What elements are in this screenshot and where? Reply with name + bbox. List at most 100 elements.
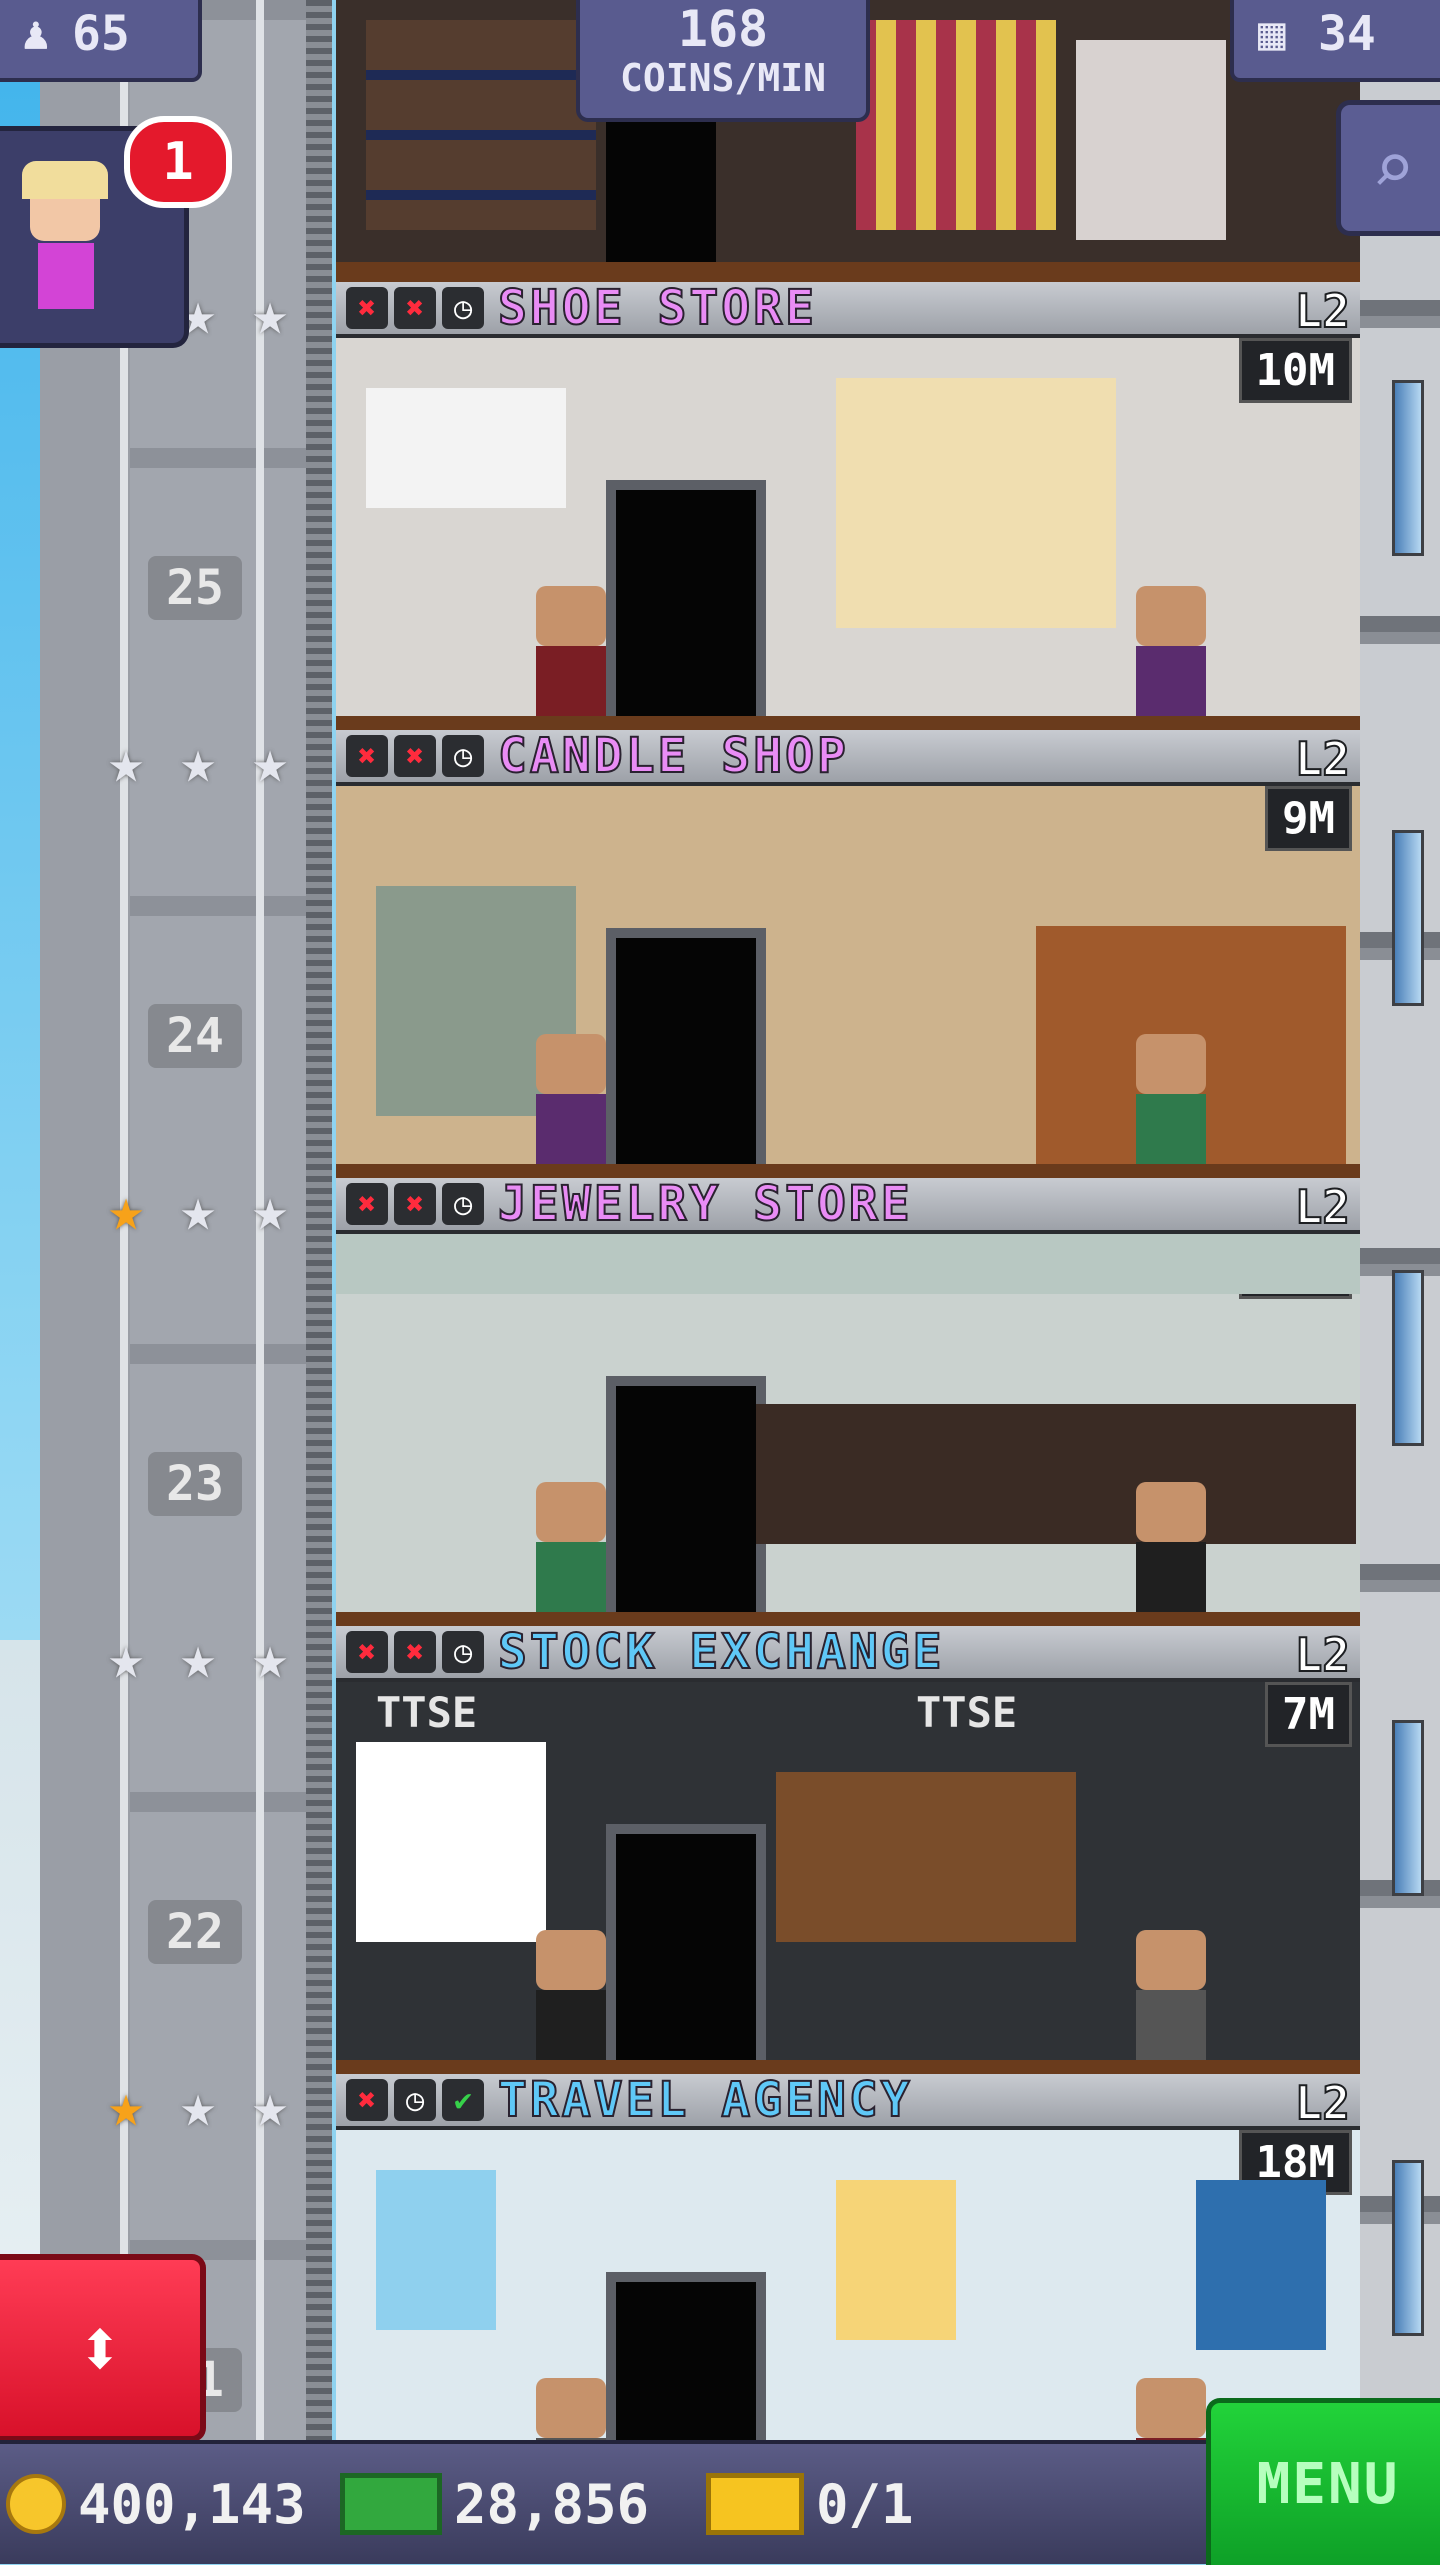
silver-star-icon: ★ <box>179 2071 217 2141</box>
bitizen-head <box>536 1930 606 1990</box>
clock-icon: ◷ <box>442 1631 484 1673</box>
menu-button[interactable]: MENU <box>1206 2398 1440 2565</box>
missing-icon: ✖ <box>346 1183 388 1225</box>
bitizen-head <box>536 586 606 646</box>
bitizen-head <box>1136 586 1206 646</box>
gold-star-icon: ★ <box>107 1175 145 1245</box>
tickets-display[interactable]: 0/1 <box>706 2462 914 2546</box>
window <box>1392 1720 1424 1896</box>
door <box>606 928 766 1178</box>
building-icon: ▦ <box>1258 6 1286 60</box>
beach-poster <box>376 2170 496 2330</box>
silver-star-icon: ★ <box>251 279 289 349</box>
bridge-poster <box>1196 2180 1326 2350</box>
check-icon: ✔ <box>442 2079 484 2121</box>
bitizen[interactable] <box>536 1482 606 1612</box>
floor-header: ✖ ◷ ✔ TRAVEL AGENCY L2 <box>336 2071 1360 2131</box>
bitizen-head <box>1136 2378 1206 2438</box>
door <box>606 480 766 730</box>
door <box>606 100 716 270</box>
missing-icon: ✖ <box>394 1631 436 1673</box>
silver-star-icon: ★ <box>251 2071 289 2141</box>
bitizen-body <box>536 1542 606 1612</box>
bux-value: 28,856 <box>454 2472 650 2536</box>
silver-star-icon: ★ <box>179 727 217 797</box>
silver-star-icon: ★ <box>179 1175 217 1245</box>
bitizen-body <box>1136 646 1206 716</box>
bitizen[interactable] <box>536 1034 606 1164</box>
missing-icon: ✖ <box>394 735 436 777</box>
missing-icon: ✖ <box>346 2079 388 2121</box>
bitizen-body <box>536 1094 606 1164</box>
zoom-button[interactable]: ⌕ <box>1336 100 1440 236</box>
floor-name: JEWELRY STORE <box>497 1175 913 1233</box>
bitizen[interactable] <box>1136 1482 1206 1612</box>
clock-icon: ◷ <box>442 1183 484 1225</box>
floor-level: L2 <box>1294 1627 1351 1683</box>
coins-display[interactable]: 400,143 <box>6 2462 306 2546</box>
bitizen-head <box>536 2378 606 2438</box>
coins-per-minute[interactable]: 168 COINS/MIN <box>576 0 870 122</box>
travel-poster <box>836 2180 956 2340</box>
status-icons: ✖ ✖ ◷ <box>346 287 484 329</box>
visitor-avatar-body <box>38 243 94 309</box>
floor-line <box>336 262 1360 282</box>
floor-24[interactable]: ✖ ✖ ◷ CANDLE SHOP L2 9M <box>336 727 1360 1178</box>
floor-number: 22 <box>148 1900 242 1964</box>
silver-star-icon: ★ <box>251 1175 289 1245</box>
floor-stars: ★★★ <box>96 732 300 792</box>
floor-stars: ★★★ <box>96 1180 300 1240</box>
elevator-button[interactable]: ⬍ <box>0 2254 206 2442</box>
floor-header: ✖ ✖ ◷ JEWELRY STORE L2 <box>336 1175 1360 1235</box>
bitizen[interactable] <box>1136 1034 1206 1164</box>
silver-star-icon: ★ <box>251 1623 289 1693</box>
coin-icon <box>6 2474 66 2534</box>
silver-star-icon: ★ <box>179 1623 217 1693</box>
room-interior: 7M TTSE TTSE <box>336 1682 1360 2074</box>
missing-icon: ✖ <box>394 1183 436 1225</box>
bitizen[interactable] <box>536 586 606 716</box>
floor-level: L2 <box>1294 1179 1351 1235</box>
floor-name: SHOE STORE <box>497 279 817 337</box>
floor-header: ✖ ✖ ◷ CANDLE SHOP L2 <box>336 727 1360 787</box>
bux-display[interactable]: 28,856 <box>340 2462 649 2546</box>
shop-counter <box>1076 40 1226 240</box>
floors-count: 34 <box>1318 6 1376 62</box>
bitizen-body <box>536 1990 606 2060</box>
floor-price: 10M <box>1238 338 1352 403</box>
floor-header: ✖ ✖ ◷ STOCK EXCHANGE L2 <box>336 1623 1360 1683</box>
silver-star-icon: ★ <box>107 727 145 797</box>
floor-level: L2 <box>1294 2075 1351 2131</box>
stock-chart-screen <box>356 1742 546 1942</box>
bitizen-body <box>1136 1990 1206 2060</box>
floor-number: 23 <box>148 1452 242 1516</box>
bitizen-head <box>1136 1034 1206 1094</box>
floor-counter[interactable]: ▦ 34 <box>1230 0 1440 82</box>
jewelry-counter <box>756 1404 1356 1544</box>
window <box>1392 2160 1424 2336</box>
bitizen[interactable] <box>1136 1930 1206 2060</box>
bitizen-head <box>1136 1482 1206 1542</box>
bitizen-body <box>1136 1094 1206 1164</box>
tickets-value: 0/1 <box>816 2472 914 2536</box>
status-icons: ✖ ✖ ◷ <box>346 1631 484 1673</box>
floor-25[interactable]: ✖ ✖ ◷ SHOE STORE L2 10M <box>336 279 1360 730</box>
status-icons: ✖ ✖ ◷ <box>346 735 484 777</box>
room-interior: 9M <box>336 786 1360 1178</box>
population-counter[interactable]: ♟ 65 <box>0 0 202 82</box>
floor-22[interactable]: ✖ ✖ ◷ STOCK EXCHANGE L2 7M TTSE TTSE <box>336 1623 1360 2074</box>
door <box>606 1824 766 2074</box>
notification-badge: 1 <box>124 116 232 208</box>
floor-23[interactable]: ✖✖◷JEWELRY STOREL211M <box>336 1175 1360 1626</box>
floor-name: TRAVEL AGENCY <box>497 2071 913 2129</box>
missing-icon: ✖ <box>394 287 436 329</box>
room-interior: 11M <box>336 1234 1360 1626</box>
bitizen[interactable] <box>1136 586 1206 716</box>
clock-icon: ◷ <box>394 2079 436 2121</box>
floor-header: ✖ ✖ ◷ SHOE STORE L2 <box>336 279 1360 339</box>
floor-stars: ★★★ <box>96 1628 300 1688</box>
coins-value: 400,143 <box>78 2472 306 2536</box>
bitizen[interactable] <box>536 1930 606 2060</box>
status-icons: ✖ ◷ ✔ <box>346 2079 484 2121</box>
coins-rate-unit: COINS/MIN <box>620 56 826 100</box>
